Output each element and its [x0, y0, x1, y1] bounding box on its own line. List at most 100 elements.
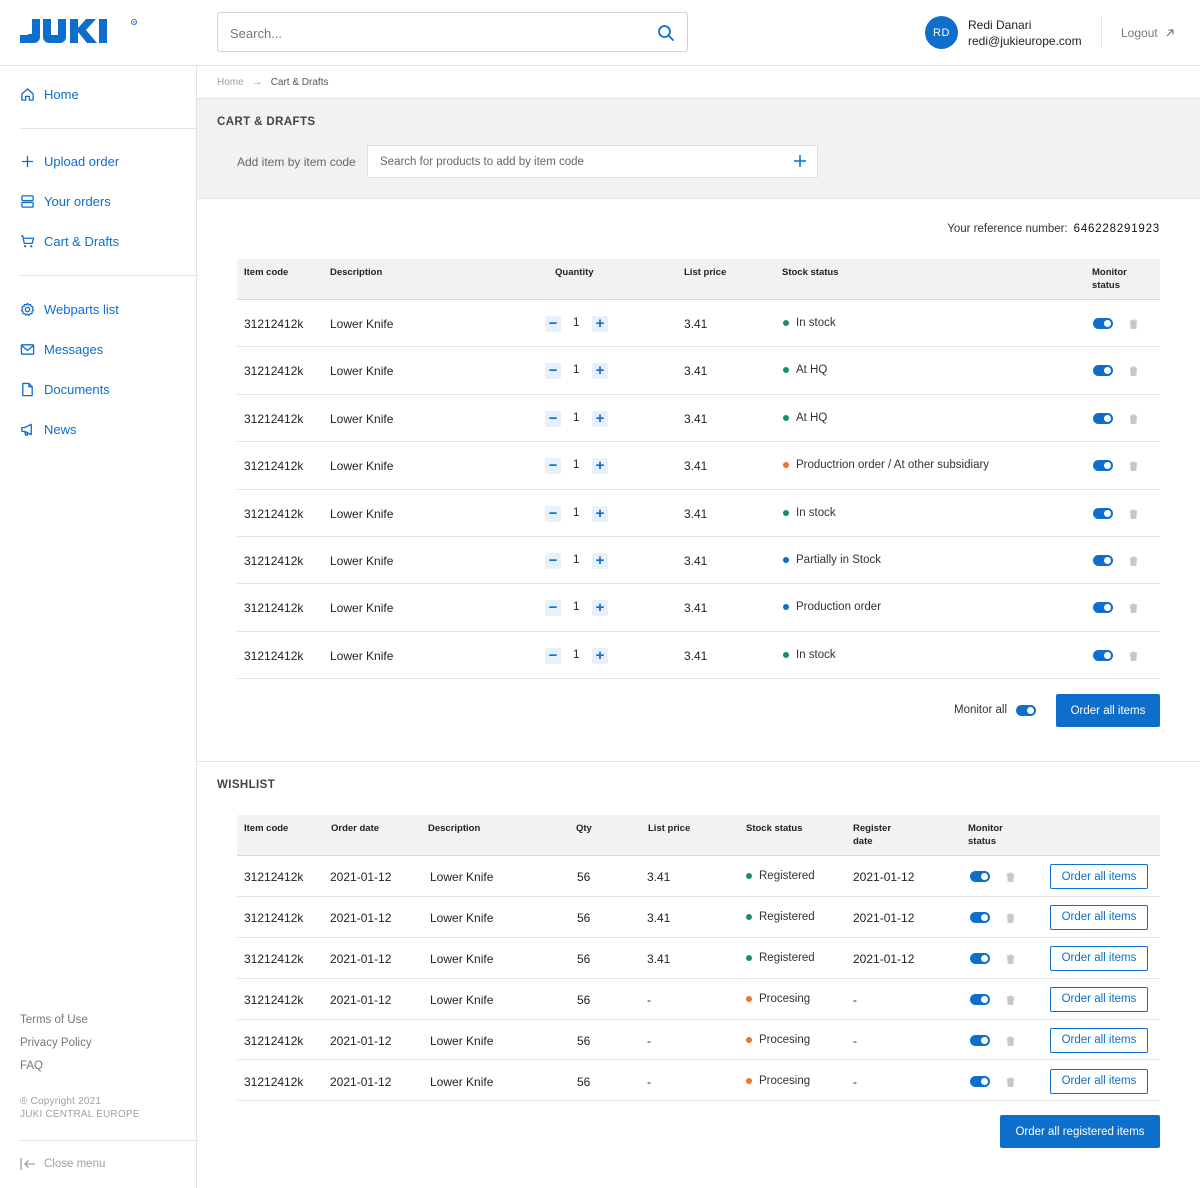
table-row: 31212412k Lower Knife −1 +3.41 In stock	[237, 300, 1160, 348]
decrease-quantity-button[interactable]: −	[545, 458, 561, 475]
trash-icon[interactable]	[1129, 365, 1138, 377]
quantity-value[interactable]: 1	[573, 554, 579, 566]
trash-icon[interactable]	[1129, 602, 1138, 614]
monitor-status-toggle[interactable]	[970, 1034, 990, 1046]
trash-icon[interactable]	[1129, 555, 1138, 566]
stock-status: Production order	[783, 601, 881, 613]
trash-icon[interactable]	[1006, 871, 1015, 882]
trash-icon[interactable]	[1006, 1035, 1015, 1046]
register-date: 2021-01-12	[853, 870, 915, 884]
increase-quantity-button[interactable]: +	[592, 410, 608, 427]
trash-icon[interactable]	[1129, 318, 1138, 329]
global-search[interactable]	[217, 12, 688, 52]
trash-icon[interactable]	[1129, 413, 1138, 424]
terms-of-use-link[interactable]: Terms of Use	[20, 1014, 88, 1026]
quantity-value[interactable]: 1	[573, 601, 579, 613]
cart-section-title: CART & DRAFTS	[217, 116, 316, 128]
trash-icon[interactable]	[1006, 994, 1015, 1005]
status-dot-icon	[746, 995, 752, 1002]
monitor-status-toggle[interactable]	[1093, 318, 1113, 329]
quantity-value[interactable]: 1	[573, 364, 579, 376]
add-item-input[interactable]	[380, 154, 780, 170]
decrease-quantity-button[interactable]: −	[545, 647, 561, 664]
monitor-status-toggle[interactable]	[1093, 460, 1113, 472]
order-all-items-button[interactable]: Order all items	[1050, 864, 1148, 889]
quantity-value[interactable]: 1	[573, 317, 579, 329]
stock-status-label: Registered	[759, 951, 815, 964]
trash-icon[interactable]	[1129, 650, 1138, 661]
table-row: 31212412k Lower Knife −1 +3.41 In stock	[237, 490, 1160, 537]
order-all-items-button[interactable]: Order all items	[1056, 694, 1160, 727]
decrease-quantity-button[interactable]: −	[545, 410, 561, 427]
status-dot-icon	[746, 954, 752, 961]
list-price: -	[647, 992, 651, 1007]
decrease-quantity-button[interactable]: −	[545, 600, 561, 617]
monitor-status-toggle[interactable]	[970, 952, 990, 964]
sidebar-item-documents[interactable]: Documents	[20, 382, 110, 397]
order-all-registered-items-button[interactable]: Order all registered items	[1000, 1115, 1160, 1148]
sidebar-item-cart-drafts[interactable]: Cart & Drafts	[20, 234, 119, 249]
column-header: Register date	[853, 822, 891, 848]
table-row: 31212412k 2021-01-12 Lower Knife 56 - Procesi…	[237, 1061, 1160, 1102]
trash-icon[interactable]	[1129, 508, 1138, 519]
sidebar-item-upload-order[interactable]: Upload order	[20, 154, 119, 169]
increase-quantity-button[interactable]: +	[592, 553, 608, 569]
trash-icon[interactable]	[1129, 460, 1138, 472]
close-menu-button[interactable]: Close menu	[20, 1157, 105, 1171]
monitor-status-toggle[interactable]	[1093, 649, 1113, 661]
increase-quantity-button[interactable]: +	[592, 505, 608, 522]
sidebar-item-messages[interactable]: Messages	[20, 342, 103, 357]
sidebar-item-your-orders[interactable]: Your orders	[20, 194, 111, 209]
avatar[interactable]: RD	[925, 16, 958, 49]
quantity-value[interactable]: 1	[573, 649, 579, 661]
search-input[interactable]	[230, 23, 630, 43]
stock-status: In stock	[783, 317, 836, 329]
monitor-status-toggle[interactable]	[1093, 602, 1113, 614]
search-icon[interactable]	[657, 24, 675, 42]
sidebar-item-news[interactable]: News	[20, 422, 77, 437]
increase-quantity-button[interactable]: +	[592, 316, 608, 332]
quantity-value[interactable]: 1	[573, 412, 579, 424]
user-name: Redi Danari	[968, 18, 1032, 32]
trash-icon[interactable]	[1006, 1076, 1015, 1087]
order-all-items-button[interactable]: Order all items	[1050, 904, 1148, 930]
faq-link[interactable]: FAQ	[20, 1060, 43, 1072]
order-all-items-button[interactable]: Order all items	[1050, 945, 1148, 971]
item-code: 31212412k	[244, 554, 304, 568]
order-all-items-button[interactable]: Order all items	[1050, 1068, 1148, 1094]
monitor-all-toggle[interactable]	[1016, 705, 1036, 716]
trash-icon[interactable]	[1006, 912, 1015, 923]
register-date: -	[853, 992, 857, 1007]
status-dot-icon	[746, 1077, 752, 1084]
add-item-field[interactable]	[367, 145, 818, 178]
monitor-status-toggle[interactable]	[1093, 365, 1113, 377]
monitor-status-toggle[interactable]	[970, 871, 990, 882]
logout-button[interactable]: Logout	[1121, 26, 1174, 40]
trash-icon[interactable]	[1006, 953, 1015, 964]
increase-quantity-button[interactable]: +	[592, 363, 608, 380]
increase-quantity-button[interactable]: +	[592, 600, 608, 617]
juki-logo[interactable]: R	[20, 19, 140, 43]
order-all-items-button[interactable]: Order all items	[1050, 986, 1148, 1012]
increase-quantity-button[interactable]: +	[592, 458, 608, 475]
decrease-quantity-button[interactable]: −	[545, 505, 561, 522]
monitor-status-toggle[interactable]	[1093, 412, 1113, 424]
decrease-quantity-button[interactable]: −	[545, 553, 561, 569]
sidebar-item-home[interactable]: Home	[20, 87, 79, 102]
add-icon[interactable]	[793, 154, 807, 168]
monitor-status-toggle[interactable]	[1093, 507, 1113, 519]
decrease-quantity-button[interactable]: −	[545, 363, 561, 380]
quantity-value[interactable]: 1	[573, 459, 579, 471]
monitor-status-toggle[interactable]	[970, 993, 990, 1005]
privacy-policy-link[interactable]: Privacy Policy	[20, 1037, 92, 1049]
monitor-status-toggle[interactable]	[970, 911, 990, 923]
monitor-status-toggle[interactable]	[1093, 555, 1113, 566]
monitor-status-toggle[interactable]	[970, 1075, 990, 1087]
quantity-value[interactable]: 1	[573, 507, 579, 519]
increase-quantity-button[interactable]: +	[592, 647, 608, 664]
decrease-quantity-button[interactable]: −	[545, 316, 561, 332]
breadcrumb-home[interactable]: Home	[217, 77, 244, 88]
table-row: 31212412k Lower Knife −1 +3.41 Partially in …	[237, 537, 1160, 585]
order-all-items-button[interactable]: Order all items	[1050, 1027, 1148, 1053]
sidebar-item-webparts-list[interactable]: Webparts list	[20, 302, 119, 317]
